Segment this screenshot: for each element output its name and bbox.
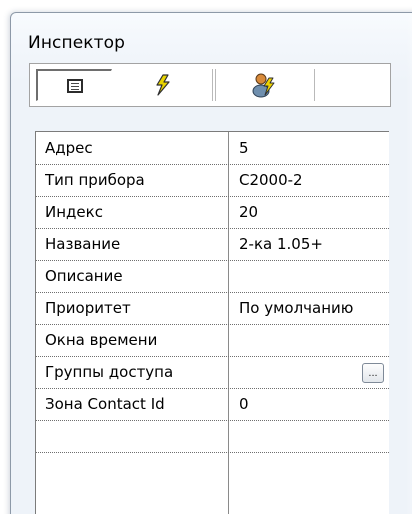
property-label: Адрес	[45, 139, 93, 157]
properties-list-icon	[66, 78, 83, 93]
property-label: Зона Contact Id	[45, 395, 165, 413]
empty-row	[36, 421, 389, 453]
properties-grid: Адрес 5 Тип прибора С2000-2 Индекс 20 На…	[35, 131, 389, 514]
tab-access[interactable]	[215, 69, 315, 101]
property-label: Окна времени	[45, 331, 158, 349]
lightning-icon	[155, 74, 170, 96]
property-row[interactable]: Адрес 5	[36, 133, 389, 165]
property-value[interactable]: По умолчанию	[239, 293, 384, 324]
property-label: Приоритет	[45, 299, 131, 317]
property-value[interactable]: 5	[239, 133, 384, 164]
property-value[interactable]: 20	[239, 197, 384, 228]
property-row[interactable]: Зона Contact Id 0	[36, 389, 389, 421]
tab-events[interactable]	[113, 69, 213, 101]
property-label: Тип прибора	[45, 171, 145, 189]
property-row[interactable]: Индекс 20	[36, 197, 389, 229]
property-row[interactable]: Описание	[36, 261, 389, 293]
property-row[interactable]: Тип прибора С2000-2	[36, 165, 389, 197]
property-label: Группы доступа	[45, 363, 174, 381]
inspector-toolbar	[29, 63, 391, 107]
property-value[interactable]: 0	[239, 389, 384, 420]
user-access-icon	[252, 73, 275, 98]
property-value[interactable]	[239, 325, 384, 356]
property-value[interactable]: С2000-2	[239, 165, 384, 196]
property-value[interactable]: 2-ка 1.05+	[239, 229, 384, 260]
window-title: Инспектор	[28, 33, 126, 53]
property-label: Название	[45, 235, 121, 253]
property-label: Описание	[45, 267, 123, 285]
property-row[interactable]: Окна времени	[36, 325, 389, 357]
property-row[interactable]: Группы доступа ...	[36, 357, 389, 389]
tab-properties[interactable]	[36, 69, 112, 101]
property-value[interactable]	[239, 261, 384, 292]
property-label: Индекс	[45, 203, 103, 221]
access-groups-browse-button[interactable]: ...	[362, 363, 384, 383]
property-row[interactable]: Название 2-ка 1.05+	[36, 229, 389, 261]
property-row[interactable]: Приоритет По умолчанию	[36, 293, 389, 325]
